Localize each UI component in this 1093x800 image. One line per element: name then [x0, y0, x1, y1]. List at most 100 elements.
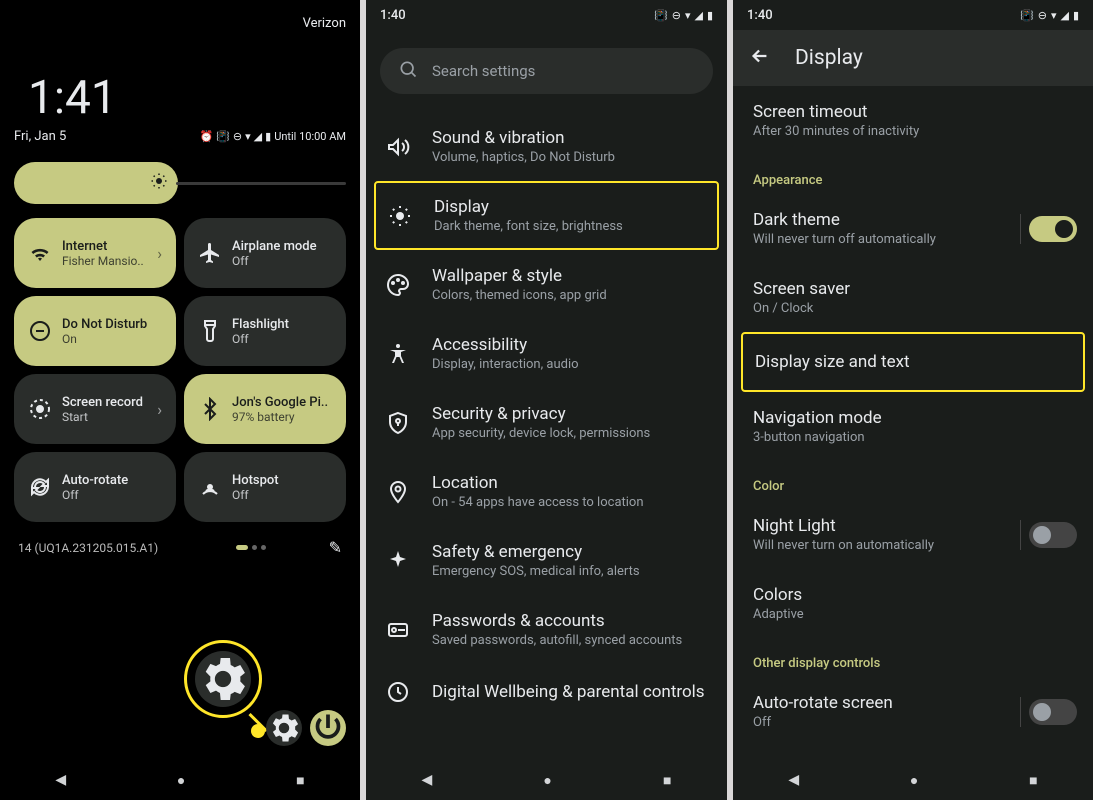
display-item-navigation-mode[interactable]: Navigation mode3-button navigation — [733, 392, 1093, 461]
tile-title: Auto-rotate — [62, 473, 128, 488]
settings-item-title: Passwords & accounts — [432, 611, 682, 631]
settings-item-title: Accessibility — [432, 335, 579, 355]
back-button[interactable]: ◀ — [788, 772, 799, 788]
recents-button[interactable]: ■ — [1029, 772, 1037, 789]
settings-item-safety-emergency[interactable]: Safety & emergency Emergency SOS, medica… — [366, 526, 727, 595]
settings-item-title: Sound & vibration — [432, 128, 615, 148]
toggle-switch[interactable] — [1029, 699, 1077, 725]
settings-item-subtitle: Saved passwords, autofill, synced accoun… — [432, 633, 682, 648]
nav-bar: ◀ ● ■ — [366, 760, 727, 800]
display-item-colors[interactable]: ColorsAdaptive — [733, 569, 1093, 638]
brightness-slider[interactable] — [14, 162, 346, 204]
settings-item-digital-wellbeing-parental-controls[interactable]: Digital Wellbeing & parental controls — [366, 664, 727, 720]
tile-title: Do Not Disturb — [62, 317, 147, 332]
brightness-icon — [150, 172, 168, 194]
power-button[interactable] — [310, 710, 346, 746]
dnd-icon — [28, 319, 52, 343]
back-button[interactable]: ◀ — [422, 772, 433, 788]
home-button[interactable]: ● — [543, 772, 551, 789]
palette-icon — [386, 273, 410, 297]
settings-item-display[interactable]: Display Dark theme, font size, brightnes… — [374, 181, 719, 250]
home-button[interactable]: ● — [910, 772, 918, 789]
item-subtitle: Will never turn off automatically — [753, 232, 1073, 247]
home-button[interactable]: ● — [177, 772, 185, 789]
carrier-label: Verizon — [0, 0, 360, 31]
recents-button[interactable]: ■ — [296, 772, 304, 789]
tile-do-not-disturb[interactable]: Do Not Disturb On — [14, 296, 176, 366]
signal-icon: ◢ — [254, 130, 262, 143]
quick-settings-panel: Verizon 1:41 Fri, Jan 5 ⏰ 📳 ⊖ ▾ ◢ ▮ Unti… — [0, 0, 360, 800]
wifi-icon — [28, 241, 52, 265]
tile-title: Jon's Google Pi.. — [232, 395, 328, 410]
tile-airplane-mode[interactable]: Airplane mode Off — [184, 218, 346, 288]
tile-screen-record[interactable]: Screen record Start › — [14, 374, 176, 444]
alarm-icon: ⏰ — [200, 130, 214, 143]
settings-button-large[interactable] — [195, 651, 251, 707]
search-placeholder: Search settings — [432, 62, 535, 80]
edit-tiles-button[interactable]: ✎ — [329, 538, 342, 557]
build-label: 14 (UQ1A.231205.015.A1) — [18, 541, 158, 555]
settings-item-subtitle: Volume, haptics, Do Not Disturb — [432, 150, 615, 165]
display-item-auto-rotate-screen[interactable]: Auto-rotate screenOff — [733, 677, 1093, 746]
settings-item-title: Wallpaper & style — [432, 266, 607, 286]
section-header: Appearance — [733, 155, 1093, 194]
settings-item-location[interactable]: Location On - 54 apps have access to loc… — [366, 457, 727, 526]
dnd-icon: ⊖ — [672, 9, 681, 22]
page-title: Display — [795, 46, 863, 70]
location-icon — [386, 480, 410, 504]
tile-hotspot[interactable]: Hotspot Off — [184, 452, 346, 522]
toggle-switch[interactable] — [1029, 522, 1077, 548]
display-item-night-light[interactable]: Night LightWill never turn on automatica… — [733, 500, 1093, 569]
status-icons: 📳 ⊖ ▾ ◢ ▮ — [654, 9, 713, 22]
section-header: Other display controls — [733, 638, 1093, 677]
tile-internet[interactable]: Internet Fisher Mansio.. › — [14, 218, 176, 288]
until-label: Until 10:00 AM — [274, 130, 346, 143]
tile-title: Screen record — [62, 395, 143, 410]
tile-flashlight[interactable]: Flashlight Off — [184, 296, 346, 366]
highlight-dot — [251, 724, 265, 738]
settings-item-security-privacy[interactable]: Security & privacy App security, device … — [366, 388, 727, 457]
tile-subtitle: 97% battery — [232, 410, 328, 424]
item-title: Dark theme — [753, 210, 1073, 230]
search-settings-input[interactable]: Search settings — [380, 48, 713, 94]
back-arrow-button[interactable] — [749, 45, 771, 71]
display-item-screen-timeout[interactable]: Screen timeout After 30 minutes of inact… — [733, 86, 1093, 155]
toggle-switch[interactable] — [1029, 216, 1077, 242]
hotspot-icon — [198, 475, 222, 499]
tile-title: Flashlight — [232, 317, 289, 332]
tile-jon-s-google-pi-[interactable]: Jon's Google Pi.. 97% battery — [184, 374, 346, 444]
settings-item-sound-vibration[interactable]: Sound & vibration Volume, haptics, Do No… — [366, 112, 727, 181]
display-item-display-size-and-text[interactable]: Display size and text — [741, 332, 1085, 392]
emergency-icon — [386, 549, 410, 573]
wifi-icon: ▾ — [685, 9, 691, 22]
display-item-screen-saver[interactable]: Screen saverOn / Clock — [733, 263, 1093, 332]
tile-subtitle: Off — [232, 332, 289, 346]
back-button[interactable]: ◀ — [55, 772, 66, 788]
item-title: Screen saver — [753, 279, 1073, 299]
key-icon — [386, 618, 410, 642]
recents-button[interactable]: ■ — [663, 772, 671, 789]
accessibility-icon — [386, 342, 410, 366]
tile-subtitle: Off — [232, 488, 279, 502]
status-time: 1:40 — [747, 8, 773, 23]
chevron-right-icon: › — [157, 244, 162, 263]
settings-item-subtitle: App security, device lock, permissions — [432, 426, 650, 441]
status-icons: 📳 ⊖ ▾ ◢ ▮ — [1020, 9, 1079, 22]
settings-item-accessibility[interactable]: Accessibility Display, interaction, audi… — [366, 319, 727, 388]
settings-button[interactable] — [266, 710, 302, 746]
item-title: Auto-rotate screen — [753, 693, 1073, 713]
item-title: Screen timeout — [753, 102, 1073, 122]
tile-title: Internet — [62, 239, 144, 254]
battery-icon: ▮ — [1073, 9, 1079, 22]
settings-item-wallpaper-style[interactable]: Wallpaper & style Colors, themed icons, … — [366, 250, 727, 319]
tile-subtitle: Fisher Mansio.. — [62, 254, 144, 268]
display-item-dark-theme[interactable]: Dark theme Will never turn off automatica… — [733, 194, 1093, 263]
status-icons-group: ⏰ 📳 ⊖ ▾ ◢ ▮ Until 10:00 AM — [200, 130, 346, 143]
settings-item-passwords-accounts[interactable]: Passwords & accounts Saved passwords, au… — [366, 595, 727, 664]
tile-auto-rotate[interactable]: Auto-rotate Off — [14, 452, 176, 522]
shield-icon — [386, 411, 410, 435]
item-subtitle: 3-button navigation — [753, 430, 1073, 445]
wifi-icon: ▾ — [1051, 9, 1057, 22]
signal-icon: ◢ — [1060, 9, 1068, 22]
item-title: Display size and text — [755, 352, 1071, 372]
